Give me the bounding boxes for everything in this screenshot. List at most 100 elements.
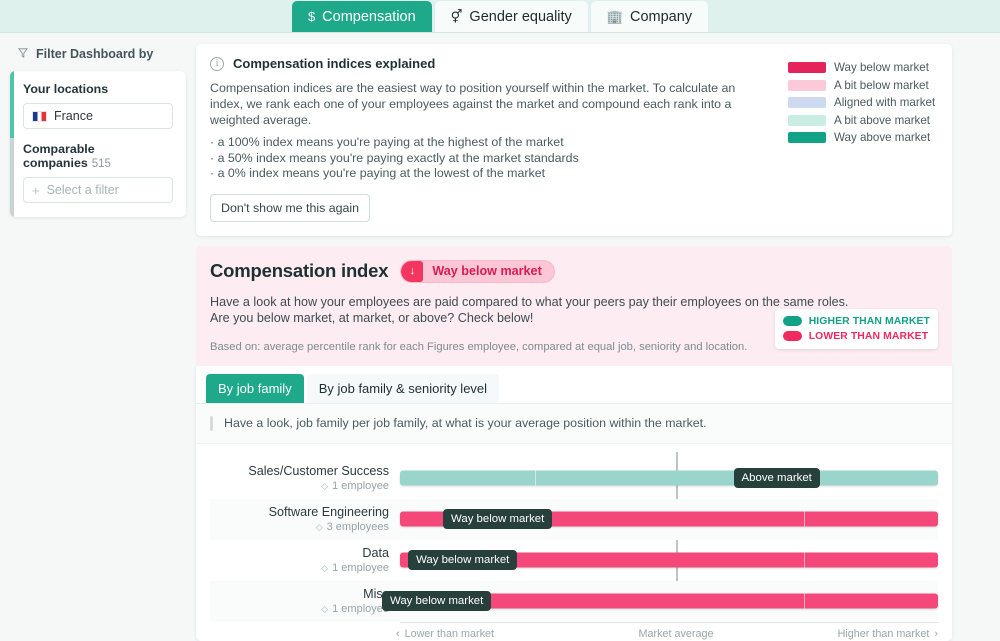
- note-accent-bar: [210, 416, 213, 431]
- tab-by-job-family[interactable]: By job family: [206, 374, 304, 403]
- filter-dashboard-title: Filter Dashboard by: [10, 44, 186, 71]
- france-flag-icon: [32, 111, 47, 122]
- legend-swatch-a-bit-above: [788, 115, 826, 126]
- location-value: France: [54, 109, 93, 123]
- info-bullet-2: · a 50% index means you're paying exactl…: [210, 151, 788, 167]
- down-arrow-icon: ↓: [401, 261, 423, 282]
- row-label: Software Engineering ◇ 3 employees: [210, 505, 400, 534]
- row-employees: ◇ 1 employee: [210, 602, 389, 616]
- company-filter-placeholder: Select a filter: [47, 183, 119, 197]
- legend-label-higher: HIGHER THAN MARKET: [809, 316, 930, 327]
- job-family-chart-card: By job family By job family & seniority …: [196, 366, 952, 641]
- info-card-header: i Compensation indices explained: [210, 56, 788, 71]
- dont-show-again-button[interactable]: Don't show me this again: [210, 194, 370, 222]
- row-track[interactable]: Way below market: [400, 581, 938, 622]
- funnel-icon: [18, 47, 28, 61]
- legend-item-higher: HIGHER THAN MARKET: [783, 314, 930, 329]
- row-name: Misc: [210, 587, 389, 602]
- legend-label-lower: LOWER THAN MARKET: [809, 331, 928, 342]
- row-tooltip: Above market: [734, 468, 820, 488]
- axis-label-lower: ‹ Lower than market: [396, 628, 494, 640]
- index-description-line1: Have a look at how your employees are pa…: [210, 294, 938, 311]
- legend-label-way-below: Way below market: [834, 61, 929, 74]
- your-locations-label: Your locations: [23, 82, 173, 96]
- chart-note-text: Have a look, job family per job family, …: [224, 416, 707, 430]
- legend-item: A bit above market: [788, 112, 938, 130]
- row-label: Data ◇ 1 employee: [210, 546, 400, 575]
- legend-item: Way below market: [788, 59, 938, 77]
- legend-swatch-a-bit-below: [788, 80, 826, 91]
- main-content: i Compensation indices explained Compens…: [196, 44, 1000, 641]
- row-tooltip: Way below market: [382, 591, 491, 611]
- tab-gender-equality-label: Gender equality: [469, 9, 571, 25]
- row-track[interactable]: Way below market: [400, 540, 938, 581]
- page-title: Compensation index: [210, 260, 388, 282]
- compensation-index-header: Compensation index ↓ Way below market: [210, 260, 938, 283]
- info-icon: i: [210, 57, 224, 71]
- tab-by-job-family-seniority[interactable]: By job family & seniority level: [307, 374, 499, 403]
- tab-gender-equality[interactable]: ⚥ Gender equality: [435, 1, 588, 32]
- tab-compensation-label: Compensation: [322, 9, 416, 25]
- dollar-icon: $: [308, 10, 315, 23]
- table-row: Software Engineering ◇ 3 employees Way b…: [210, 499, 938, 540]
- main-tab-bar: $ Compensation ⚥ Gender equality 🏢 Compa…: [0, 0, 1000, 33]
- employee-icon: ◇: [321, 479, 328, 493]
- location-select[interactable]: France: [23, 103, 173, 129]
- market-position-legend: Way below market A bit below market Alig…: [788, 56, 938, 222]
- comparable-companies-count: 515: [92, 158, 111, 170]
- sidebar: Filter Dashboard by Your locations Franc…: [0, 44, 196, 641]
- row-bar-tick: [804, 512, 805, 527]
- legend-label-aligned: Aligned with market: [834, 96, 935, 109]
- row-employees: ◇ 1 employee: [210, 561, 389, 575]
- legend-swatch-way-above: [788, 132, 826, 143]
- info-card-paragraph: Compensation indices are the easiest way…: [210, 80, 755, 128]
- info-bullet-1: · a 100% index means you're paying at th…: [210, 135, 788, 151]
- row-bar[interactable]: [400, 471, 938, 486]
- legend-label-a-bit-below: A bit below market: [834, 79, 929, 92]
- legend-swatch-lower: [783, 331, 802, 341]
- row-bar-tick: [804, 553, 805, 568]
- status-badge-label: Way below market: [423, 264, 553, 278]
- axis-label-lower-text: Lower than market: [405, 628, 494, 640]
- employee-icon: ◇: [321, 561, 328, 575]
- axis-label-center: Market average: [638, 628, 713, 640]
- job-family-plot: Sales/Customer Success ◇ 1 employee Abov…: [196, 444, 952, 622]
- employee-icon: ◇: [321, 602, 328, 616]
- company-filter-select[interactable]: + Select a filter: [23, 177, 173, 203]
- chart-note: Have a look, job family per job family, …: [196, 404, 952, 444]
- legend-swatch-way-below: [788, 62, 826, 73]
- row-track[interactable]: Way below market: [400, 499, 938, 540]
- info-card-body: i Compensation indices explained Compens…: [210, 56, 788, 222]
- row-employees-label: 1 employee: [332, 602, 389, 616]
- spacer: [23, 129, 173, 142]
- row-bar-tick: [804, 594, 805, 609]
- plus-icon: +: [32, 183, 40, 198]
- filter-card: Your locations France Comparable compani…: [10, 71, 186, 217]
- tab-compensation[interactable]: $ Compensation: [292, 1, 432, 32]
- row-label: Sales/Customer Success ◇ 1 employee: [210, 464, 400, 493]
- legend-label-way-above: Way above market: [834, 131, 930, 144]
- employee-icon: ◇: [316, 520, 323, 534]
- row-employees-label: 1 employee: [332, 561, 389, 575]
- legend-item-lower: LOWER THAN MARKET: [783, 329, 930, 344]
- page-body: Filter Dashboard by Your locations Franc…: [0, 33, 1000, 641]
- table-row: Misc ◇ 1 employee Way below market: [210, 581, 938, 622]
- chevron-left-icon: ‹: [396, 628, 400, 640]
- row-track[interactable]: Above market: [400, 458, 938, 499]
- row-name: Sales/Customer Success: [210, 464, 389, 479]
- chart-tab-bar: By job family By job family & seniority …: [196, 366, 952, 404]
- compensation-info-card: i Compensation indices explained Compens…: [196, 44, 952, 236]
- status-badge: ↓ Way below market: [400, 260, 554, 283]
- row-tooltip: Way below market: [408, 550, 517, 570]
- gender-icon: ⚥: [451, 10, 463, 23]
- axis-label-higher: Higher than market ›: [838, 628, 938, 640]
- comparable-companies-label: Comparable companies515: [23, 142, 173, 170]
- row-tooltip: Way below market: [443, 509, 552, 529]
- row-bar-tick: [535, 471, 536, 486]
- building-icon: 🏢: [607, 10, 623, 23]
- tab-company[interactable]: 🏢 Company: [591, 1, 708, 32]
- row-employees-label: 3 employees: [327, 520, 389, 534]
- filter-dashboard-label: Filter Dashboard by: [36, 47, 153, 61]
- table-row: Data ◇ 1 employee Way below market: [210, 540, 938, 581]
- legend-label-a-bit-above: A bit above market: [834, 114, 930, 127]
